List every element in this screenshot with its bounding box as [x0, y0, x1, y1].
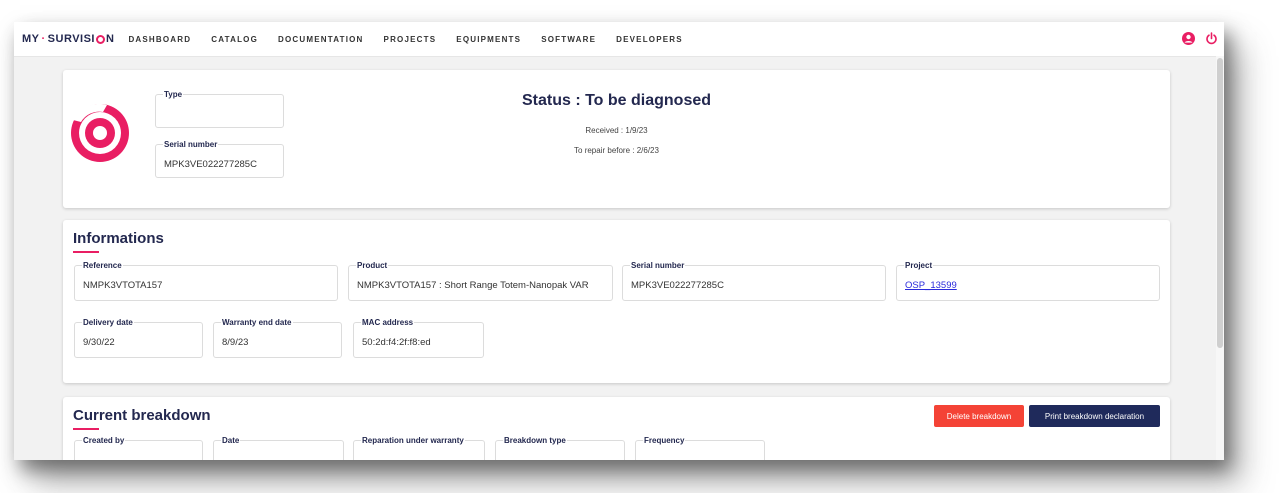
power-icon[interactable]: [1205, 32, 1218, 45]
received-date: Received : 1/9/23: [585, 126, 648, 135]
informations-card: Informations Reference NMPK3VTOTA157 Pro…: [63, 220, 1170, 383]
mac-address-field[interactable]: MAC address 50:2d:f4:2f:f8:ed: [353, 318, 484, 358]
status-title: Status : To be diagnosed: [521, 92, 712, 109]
nav-software[interactable]: SOFTWARE: [541, 35, 596, 44]
product-label: Product: [356, 261, 389, 270]
repair-before-date: To repair before : 2/6/23: [574, 146, 659, 155]
mac-address-value: 50:2d:f4:2f:f8:ed: [362, 337, 431, 348]
breakdown-type-field[interactable]: Breakdown type: [495, 436, 625, 460]
app-window: MY · SURVISI N DASHBOARD CATALOG DOCUMEN…: [14, 22, 1224, 460]
warranty-end-date-label: Warranty end date: [221, 318, 293, 327]
scrollbar-thumb[interactable]: [1217, 58, 1223, 348]
breakdown-date-label: Date: [221, 436, 241, 445]
product-value: NMPK3VTOTA157 : Short Range Totem-Nanopa…: [357, 280, 589, 291]
warranty-end-date-value: 8/9/23: [222, 337, 249, 348]
breakdown-type-label: Breakdown type: [503, 436, 567, 445]
brand-left: MY: [22, 33, 40, 45]
nav-equipments[interactable]: EQUIPMENTS: [456, 35, 521, 44]
project-label: Project: [904, 261, 934, 270]
product-field[interactable]: Product NMPK3VTOTA157 : Short Range Tote…: [348, 261, 613, 301]
brand-o-icon: [95, 34, 105, 44]
project-field[interactable]: Project OSP_13599: [896, 261, 1160, 301]
breakdown-underline: [73, 428, 99, 430]
print-breakdown-button[interactable]: Print breakdown declaration: [1029, 405, 1160, 427]
created-by-label: Created by: [82, 436, 126, 445]
nav-catalog[interactable]: CATALOG: [211, 35, 258, 44]
mac-address-label: MAC address: [361, 318, 415, 327]
brand-right-suffix: N: [105, 33, 115, 45]
breakdown-title: Current breakdown: [73, 407, 211, 424]
reference-value: NMPK3VTOTA157: [83, 280, 163, 291]
current-breakdown-card: Current breakdown Delete breakdown Print…: [63, 397, 1170, 460]
delivery-date-label: Delivery date: [82, 318, 134, 327]
brand-logo[interactable]: MY · SURVISI N: [22, 33, 114, 45]
top-navbar: MY · SURVISI N DASHBOARD CATALOG DOCUMEN…: [14, 22, 1224, 57]
nav-developers[interactable]: DEVELOPERS: [616, 35, 683, 44]
informations-underline: [73, 251, 99, 253]
brand-right-prefix: SURVISI: [47, 33, 95, 45]
nav-projects[interactable]: PROJECTS: [384, 35, 437, 44]
delivery-date-value: 9/30/22: [83, 337, 115, 348]
informations-title: Informations: [73, 230, 164, 247]
frequency-field[interactable]: Frequency: [635, 436, 765, 460]
reference-field[interactable]: Reference NMPK3VTOTA157: [74, 261, 338, 301]
user-icon[interactable]: [1182, 32, 1195, 45]
nav-menu: DASHBOARD CATALOG DOCUMENTATION PROJECTS…: [128, 35, 702, 44]
header-actions: [1182, 32, 1218, 45]
info-serial-number-field[interactable]: Serial number MPK3VE022277285C: [622, 261, 886, 301]
delivery-date-field[interactable]: Delivery date 9/30/22: [74, 318, 203, 358]
reparation-under-warranty-field[interactable]: Reparation under warranty: [353, 436, 485, 460]
reference-label: Reference: [82, 261, 123, 270]
created-by-field[interactable]: Created by: [74, 436, 203, 460]
page-scrollbar[interactable]: [1216, 56, 1224, 460]
nav-documentation[interactable]: DOCUMENTATION: [278, 35, 364, 44]
info-serial-number-label: Serial number: [630, 261, 686, 270]
serial-number-value: MPK3VE022277285C: [164, 159, 257, 170]
nav-dashboard[interactable]: DASHBOARD: [128, 35, 191, 44]
frequency-label: Frequency: [643, 436, 686, 445]
info-serial-number-value: MPK3VE022277285C: [631, 280, 724, 291]
delete-breakdown-button[interactable]: Delete breakdown: [934, 405, 1024, 427]
reparation-under-warranty-label: Reparation under warranty: [361, 436, 465, 445]
warranty-end-date-field[interactable]: Warranty end date 8/9/23: [213, 318, 342, 358]
equipment-status-card: Type Serial number MPK3VE022277285C Stat…: [63, 70, 1170, 208]
project-link[interactable]: OSP_13599: [905, 280, 957, 291]
breakdown-date-field[interactable]: Date: [213, 436, 344, 460]
brand-separator: ·: [41, 33, 46, 45]
